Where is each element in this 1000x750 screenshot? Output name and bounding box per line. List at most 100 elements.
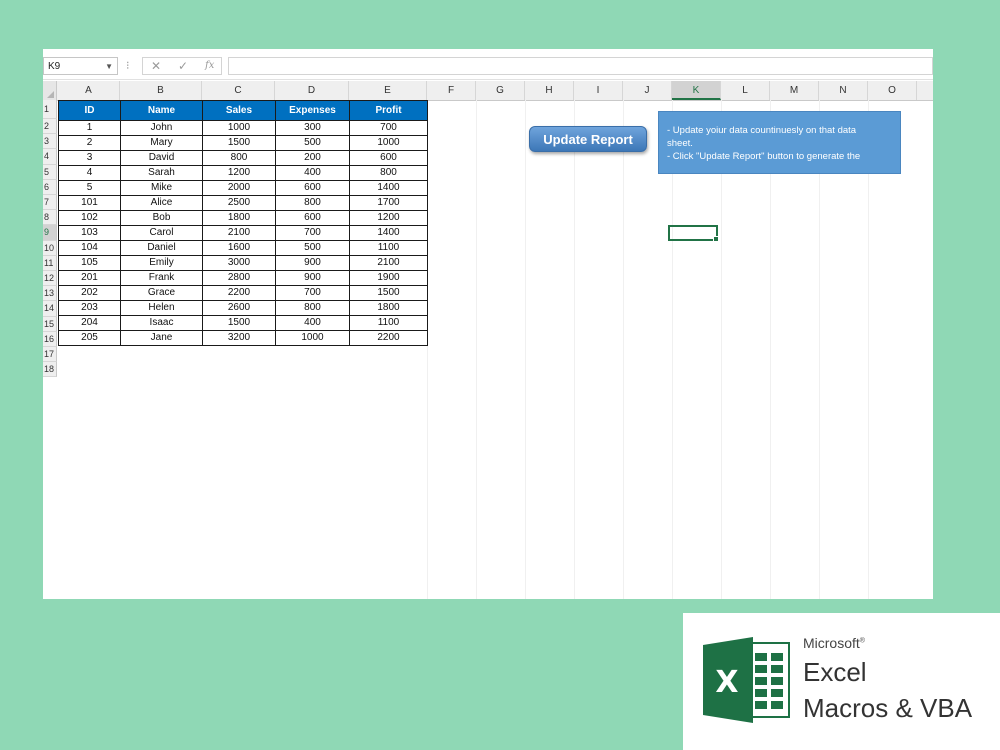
- table-cell[interactable]: 900: [275, 270, 350, 286]
- table-cell[interactable]: 3200: [202, 330, 276, 346]
- table-cell[interactable]: 1500: [202, 315, 276, 331]
- table-cell[interactable]: Mary: [120, 135, 203, 151]
- table-cell[interactable]: 101: [58, 195, 121, 211]
- table-cell[interactable]: 1600: [202, 240, 276, 256]
- table-cell[interactable]: Daniel: [120, 240, 203, 256]
- column-header-h[interactable]: H: [525, 81, 574, 100]
- table-cell[interactable]: 2000: [202, 180, 276, 196]
- table-cell[interactable]: 1000: [202, 120, 276, 136]
- table-header-cell[interactable]: Name: [120, 100, 203, 121]
- table-cell[interactable]: 1200: [202, 165, 276, 181]
- table-cell[interactable]: 200: [275, 150, 350, 166]
- row-header-13[interactable]: 13: [43, 286, 57, 302]
- table-cell[interactable]: 1100: [349, 240, 428, 256]
- row-header-17[interactable]: 17: [43, 347, 57, 363]
- table-cell[interactable]: John: [120, 120, 203, 136]
- table-cell[interactable]: Emily: [120, 255, 203, 271]
- table-cell[interactable]: 104: [58, 240, 121, 256]
- table-cell[interactable]: Bob: [120, 210, 203, 226]
- table-cell[interactable]: 800: [275, 195, 350, 211]
- table-cell[interactable]: 500: [275, 240, 350, 256]
- table-cell[interactable]: 205: [58, 330, 121, 346]
- table-cell[interactable]: 1400: [349, 225, 428, 241]
- table-header-cell[interactable]: Expenses: [275, 100, 350, 121]
- table-cell[interactable]: 1200: [349, 210, 428, 226]
- table-cell[interactable]: 1100: [349, 315, 428, 331]
- row-header-2[interactable]: 2: [43, 119, 57, 135]
- row-header-1[interactable]: 1: [43, 100, 57, 119]
- row-header-18[interactable]: 18: [43, 362, 57, 378]
- table-cell[interactable]: Isaac: [120, 315, 203, 331]
- table-cell[interactable]: Grace: [120, 285, 203, 301]
- table-cell[interactable]: 102: [58, 210, 121, 226]
- table-cell[interactable]: 1400: [349, 180, 428, 196]
- table-cell[interactable]: 5: [58, 180, 121, 196]
- table-cell[interactable]: 2800: [202, 270, 276, 286]
- row-header-14[interactable]: 14: [43, 301, 57, 317]
- row-header-6[interactable]: 6: [43, 179, 57, 195]
- table-cell[interactable]: 900: [275, 255, 350, 271]
- table-cell[interactable]: Jane: [120, 330, 203, 346]
- table-cell[interactable]: Sarah: [120, 165, 203, 181]
- name-box[interactable]: K9 ▼: [43, 57, 118, 75]
- column-header-l[interactable]: L: [721, 81, 770, 100]
- table-cell[interactable]: 1900: [349, 270, 428, 286]
- table-cell[interactable]: Helen: [120, 300, 203, 316]
- table-cell[interactable]: 1500: [349, 285, 428, 301]
- column-header-j[interactable]: J: [623, 81, 672, 100]
- column-header-m[interactable]: M: [770, 81, 819, 100]
- column-header-c[interactable]: C: [202, 81, 275, 100]
- table-cell[interactable]: 300: [275, 120, 350, 136]
- table-cell[interactable]: 600: [349, 150, 428, 166]
- cancel-icon[interactable]: ✕: [151, 59, 161, 73]
- formula-input[interactable]: [228, 57, 933, 75]
- column-header-o[interactable]: O: [868, 81, 917, 100]
- table-cell[interactable]: 2600: [202, 300, 276, 316]
- table-cell[interactable]: Alice: [120, 195, 203, 211]
- table-header-cell[interactable]: Sales: [202, 100, 276, 121]
- table-cell[interactable]: 800: [349, 165, 428, 181]
- row-header-11[interactable]: 11: [43, 255, 57, 271]
- table-cell[interactable]: David: [120, 150, 203, 166]
- table-cell[interactable]: 202: [58, 285, 121, 301]
- column-header-i[interactable]: I: [574, 81, 623, 100]
- table-header-cell[interactable]: Profit: [349, 100, 428, 121]
- table-cell[interactable]: 400: [275, 165, 350, 181]
- table-cell[interactable]: 1500: [202, 135, 276, 151]
- table-cell[interactable]: 2200: [349, 330, 428, 346]
- table-cell[interactable]: 204: [58, 315, 121, 331]
- table-cell[interactable]: 3000: [202, 255, 276, 271]
- table-cell[interactable]: 103: [58, 225, 121, 241]
- row-header-12[interactable]: 12: [43, 271, 57, 287]
- column-header-a[interactable]: A: [58, 81, 120, 100]
- table-cell[interactable]: 600: [275, 180, 350, 196]
- table-cell[interactable]: 700: [275, 285, 350, 301]
- table-cell[interactable]: 1000: [349, 135, 428, 151]
- table-cell[interactable]: 1: [58, 120, 121, 136]
- table-cell[interactable]: 500: [275, 135, 350, 151]
- table-cell[interactable]: 700: [275, 225, 350, 241]
- table-cell[interactable]: 1800: [202, 210, 276, 226]
- column-header-b[interactable]: B: [120, 81, 202, 100]
- function-icon[interactable]: fx: [205, 60, 214, 71]
- table-cell[interactable]: Frank: [120, 270, 203, 286]
- table-cell[interactable]: 201: [58, 270, 121, 286]
- row-header-3[interactable]: 3: [43, 134, 57, 150]
- table-cell[interactable]: 3: [58, 150, 121, 166]
- row-header-10[interactable]: 10: [43, 240, 57, 256]
- row-header-7[interactable]: 7: [43, 195, 57, 211]
- table-cell[interactable]: 600: [275, 210, 350, 226]
- table-cell[interactable]: 2500: [202, 195, 276, 211]
- selected-cell-k9[interactable]: [668, 225, 719, 242]
- table-cell[interactable]: 800: [275, 300, 350, 316]
- table-cell[interactable]: 400: [275, 315, 350, 331]
- select-all-corner[interactable]: [43, 81, 57, 100]
- table-cell[interactable]: 2100: [202, 225, 276, 241]
- table-cell[interactable]: 2: [58, 135, 121, 151]
- column-header-k[interactable]: K: [672, 81, 721, 100]
- chevron-down-icon[interactable]: ▼: [105, 58, 113, 76]
- row-header-16[interactable]: 16: [43, 331, 57, 347]
- column-header-f[interactable]: F: [427, 81, 476, 100]
- table-cell[interactable]: 2200: [202, 285, 276, 301]
- row-header-8[interactable]: 8: [43, 210, 57, 226]
